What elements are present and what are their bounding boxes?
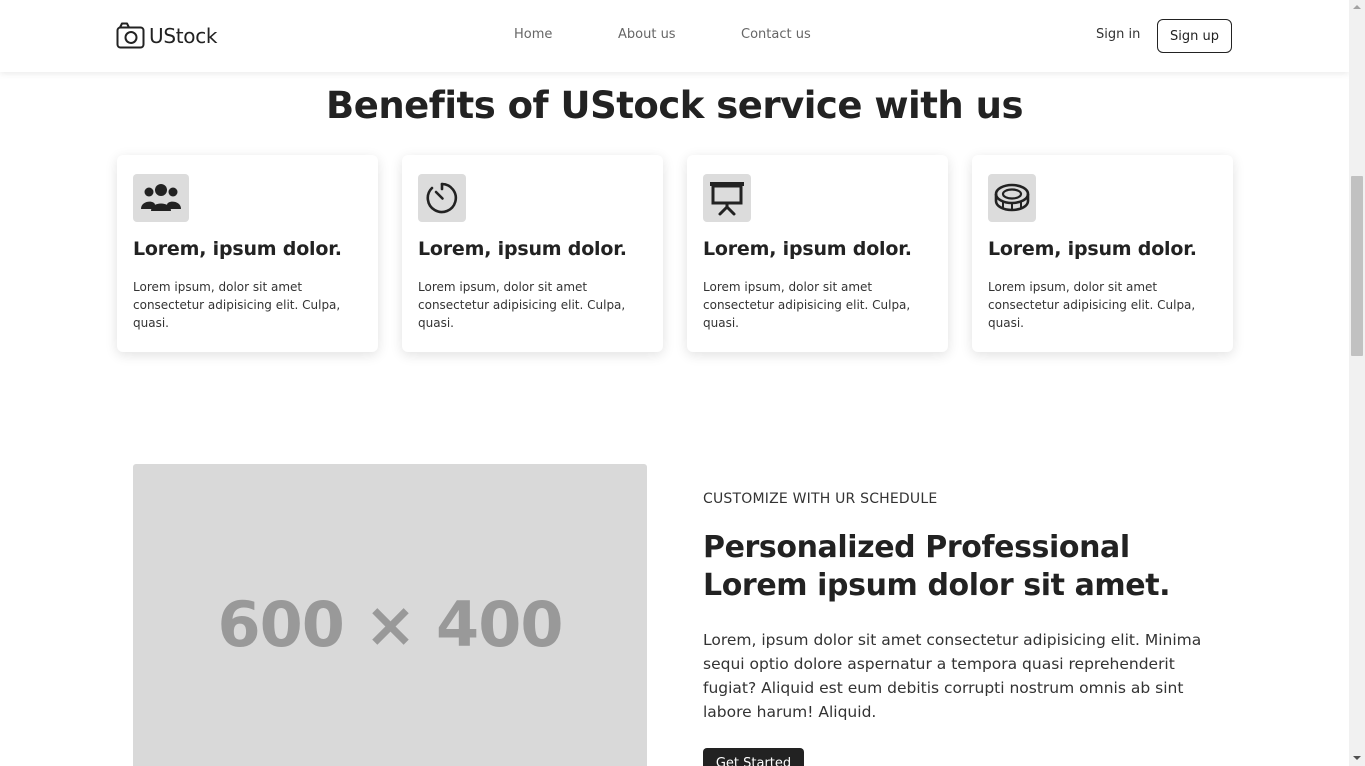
navbar: UStock Home About us Contact us Sign in … — [0, 0, 1349, 72]
card-text: Lorem ipsum, dolor sit amet consectetur … — [703, 280, 911, 330]
card-text: Lorem ipsum, dolor sit amet consectetur … — [418, 280, 626, 330]
benefits-title: Benefits of UStock service with us — [326, 84, 1023, 127]
benefit-card: Lorem, ipsum dolor. Lorem ipsum, dolor s… — [402, 155, 663, 352]
card-title: Lorem, ipsum dolor. — [988, 238, 1197, 260]
users-icon — [133, 174, 189, 222]
feature-description: Lorem, ipsum dolor sit amet consectetur … — [703, 631, 1202, 721]
brand-logo-link[interactable]: UStock — [116, 22, 218, 49]
feature-title: Personalized Professional Lorem ipsum do… — [703, 530, 1171, 603]
scrollbar-thumb[interactable] — [1351, 176, 1363, 356]
scroll-up-arrow-icon[interactable] — [1353, 5, 1361, 9]
feature-eyebrow: CUSTOMIZE WITH UR SCHEDULE — [703, 491, 938, 507]
image-placeholder-label: 600 × 400 — [217, 587, 564, 661]
nav-link-home[interactable]: Home — [514, 27, 552, 42]
card-text: Lorem ipsum, dolor sit amet consectetur … — [988, 280, 1196, 330]
scroll-down-arrow-icon[interactable] — [1353, 756, 1361, 760]
card-text: Lorem ipsum, dolor sit amet consectetur … — [133, 280, 341, 330]
presentation-icon — [703, 174, 751, 222]
benefit-card: Lorem, ipsum dolor. Lorem ipsum, dolor s… — [972, 155, 1233, 352]
sign-in-link[interactable]: Sign in — [1096, 27, 1140, 42]
coin-icon — [988, 174, 1036, 222]
card-title: Lorem, ipsum dolor. — [418, 238, 627, 260]
page: UStock Home About us Contact us Sign in … — [0, 0, 1349, 766]
timer-icon — [418, 174, 466, 222]
brand-name: UStock — [149, 23, 218, 48]
card-title: Lorem, ipsum dolor. — [133, 238, 342, 260]
feature-image-placeholder: 600 × 400 — [133, 464, 647, 766]
nav-link-contact[interactable]: Contact us — [741, 27, 811, 42]
nav-link-about[interactable]: About us — [618, 27, 676, 42]
get-started-button[interactable]: Get Started — [703, 748, 804, 766]
sign-up-button[interactable]: Sign up — [1157, 19, 1232, 53]
page-scrollbar[interactable] — [1349, 0, 1365, 766]
benefit-card: Lorem, ipsum dolor. Lorem ipsum, dolor s… — [687, 155, 948, 352]
card-title: Lorem, ipsum dolor. — [703, 238, 912, 260]
benefit-card: Lorem, ipsum dolor. Lorem ipsum, dolor s… — [117, 155, 378, 352]
camera-icon — [116, 22, 145, 49]
